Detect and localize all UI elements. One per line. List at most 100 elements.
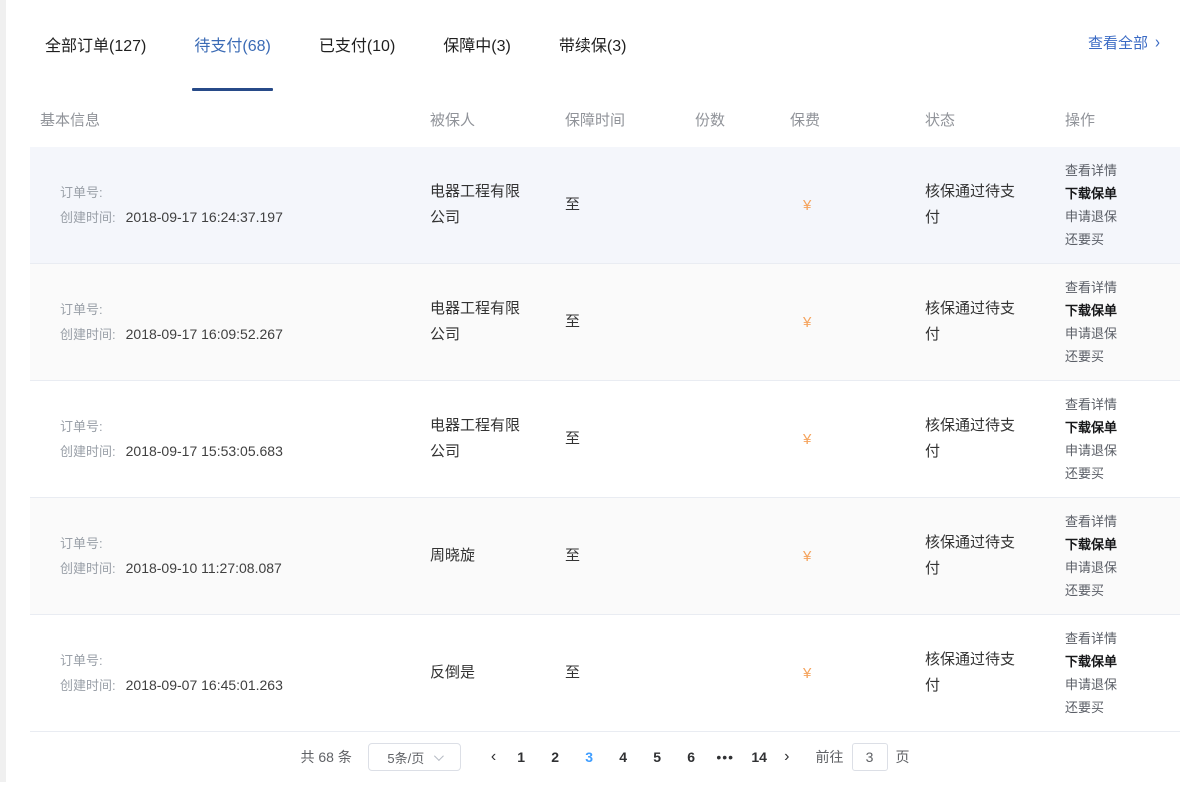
header-coverage-period: 保障时间	[565, 111, 626, 129]
table-header-row: 基本信息 被保人 保障时间 份数 保费 状态 操作	[30, 91, 1180, 147]
created-value: 2018-09-17 16:09:52.267	[125, 326, 283, 342]
goto-page-input[interactable]	[851, 743, 888, 771]
table-row: 订单号: 创建时间: 2018-09-17 16:09:52.267 电器工程有限…	[30, 264, 1180, 381]
premium-cell: ¥	[803, 196, 812, 214]
basic-info-cell: 订单号: 创建时间: 2018-09-17 16:24:37.197	[30, 180, 430, 230]
insured-cell: 电器工程有限公司	[430, 300, 521, 343]
tab-paid[interactable]: 已支付(10)	[319, 32, 395, 91]
prev-page-button[interactable]: ‹	[483, 748, 504, 766]
table-row: 订单号: 创建时间: 2018-09-07 16:45:01.263 反倒是 至 …	[30, 615, 1180, 732]
view-all-label: 查看全部	[1087, 35, 1148, 52]
pagination-bar: 共 68 条 5条/页 ‹ 1 2 3 4 5 6 ••• 14 › 前往 页	[30, 732, 1180, 782]
download-policy-link[interactable]: 下载保单	[1065, 416, 1180, 439]
insured-cell: 周晓旋	[430, 547, 476, 564]
actions-cell: 查看详情 下载保单 申请退保 还要买	[1065, 627, 1180, 719]
more-pages-icon[interactable]: •••	[708, 749, 742, 765]
buy-again-link[interactable]: 还要买	[1065, 462, 1180, 485]
page-number[interactable]: 4	[606, 749, 640, 765]
status-cell: 核保通过待支付	[925, 534, 1016, 577]
coverage-period-cell: 至	[565, 313, 581, 330]
page-size-value: 5条/页	[387, 750, 425, 766]
order-no-label: 订单号:	[60, 419, 103, 434]
tab-pending-payment[interactable]: 待支付(68)	[192, 32, 274, 91]
orders-table: 基本信息 被保人 保障时间 份数 保费 状态 操作 订单号: 创建时间: 2018…	[30, 91, 1180, 732]
coverage-period-cell: 至	[565, 664, 581, 681]
actions-cell: 查看详情 下载保单 申请退保 还要买	[1065, 510, 1180, 602]
apply-refund-link[interactable]: 申请退保	[1065, 322, 1180, 345]
view-detail-link[interactable]: 查看详情	[1065, 276, 1180, 299]
next-page-button[interactable]: ›	[776, 748, 797, 766]
apply-refund-link[interactable]: 申请退保	[1065, 673, 1180, 696]
buy-again-link[interactable]: 还要买	[1065, 579, 1180, 602]
actions-cell: 查看详情 下载保单 申请退保 还要买	[1065, 393, 1180, 485]
created-value: 2018-09-07 16:45:01.263	[125, 677, 283, 693]
order-no-label: 订单号:	[60, 185, 103, 200]
page-number[interactable]: 5	[640, 749, 674, 765]
total-count: 共 68 条	[300, 749, 352, 765]
buy-again-link[interactable]: 还要买	[1065, 345, 1180, 368]
coverage-period-cell: 至	[565, 196, 581, 213]
chevron-down-icon	[434, 750, 445, 761]
created-value: 2018-09-17 16:24:37.197	[125, 209, 283, 225]
premium-cell: ¥	[803, 547, 812, 565]
status-cell: 核保通过待支付	[925, 651, 1016, 694]
basic-info-cell: 订单号: 创建时间: 2018-09-17 15:53:05.683	[30, 414, 430, 464]
coverage-period-cell: 至	[565, 430, 581, 447]
download-policy-link[interactable]: 下载保单	[1065, 299, 1180, 322]
page-jumper: 前往 页	[816, 743, 910, 771]
page-number[interactable]: 6	[674, 749, 708, 765]
header-copies: 份数	[695, 111, 726, 129]
apply-refund-link[interactable]: 申请退保	[1065, 439, 1180, 462]
insured-cell: 电器工程有限公司	[430, 417, 521, 460]
order-tabs: 全部订单(127) 待支付(68) 已支付(10) 保障中(3) 带续保(3) …	[0, 0, 1188, 91]
header-insured: 被保人	[430, 111, 476, 129]
view-all-link[interactable]: 查看全部 ›	[1088, 32, 1160, 53]
page-list: 1 2 3 4 5 6 ••• 14	[504, 749, 776, 765]
tab-all-orders[interactable]: 全部订单(127)	[45, 32, 146, 91]
page-number[interactable]: 14	[742, 749, 776, 765]
insured-cell: 反倒是	[430, 664, 476, 681]
created-label: 创建时间:	[60, 210, 116, 225]
left-edge-strip	[0, 0, 6, 782]
status-cell: 核保通过待支付	[925, 183, 1016, 226]
header-status: 状态	[925, 111, 956, 129]
download-policy-link[interactable]: 下载保单	[1065, 533, 1180, 556]
created-label: 创建时间:	[60, 561, 116, 576]
table-row: 订单号: 创建时间: 2018-09-10 11:27:08.087 周晓旋 至 …	[30, 498, 1180, 615]
download-policy-link[interactable]: 下载保单	[1065, 182, 1180, 205]
view-detail-link[interactable]: 查看详情	[1065, 510, 1180, 533]
page-number-active[interactable]: 3	[572, 749, 606, 765]
table-row: 订单号: 创建时间: 2018-09-17 15:53:05.683 电器工程有限…	[30, 381, 1180, 498]
basic-info-cell: 订单号: 创建时间: 2018-09-07 16:45:01.263	[30, 648, 430, 698]
header-actions: 操作	[1065, 111, 1096, 129]
actions-cell: 查看详情 下载保单 申请退保 还要买	[1065, 276, 1180, 368]
order-no-label: 订单号:	[60, 536, 103, 551]
header-basic-info: 基本信息	[40, 111, 101, 129]
goto-label: 前往	[815, 749, 844, 765]
buy-again-link[interactable]: 还要买	[1065, 228, 1180, 251]
status-cell: 核保通过待支付	[925, 300, 1016, 343]
view-detail-link[interactable]: 查看详情	[1065, 627, 1180, 650]
apply-refund-link[interactable]: 申请退保	[1065, 205, 1180, 228]
orders-page: 全部订单(127) 待支付(68) 已支付(10) 保障中(3) 带续保(3) …	[0, 0, 1188, 792]
insured-cell: 电器工程有限公司	[430, 183, 521, 226]
page-size-select[interactable]: 5条/页	[367, 743, 461, 771]
page-number[interactable]: 2	[538, 749, 572, 765]
premium-cell: ¥	[803, 313, 812, 331]
tab-in-coverage[interactable]: 保障中(3)	[443, 32, 511, 91]
basic-info-cell: 订单号: 创建时间: 2018-09-17 16:09:52.267	[30, 297, 430, 347]
buy-again-link[interactable]: 还要买	[1065, 696, 1180, 719]
created-label: 创建时间:	[60, 327, 116, 342]
tab-renewal[interactable]: 带续保(3)	[559, 32, 627, 91]
premium-cell: ¥	[803, 430, 812, 448]
download-policy-link[interactable]: 下载保单	[1065, 650, 1180, 673]
status-cell: 核保通过待支付	[925, 417, 1016, 460]
order-no-label: 订单号:	[60, 653, 103, 668]
premium-cell: ¥	[803, 664, 812, 682]
page-number[interactable]: 1	[504, 749, 538, 765]
apply-refund-link[interactable]: 申请退保	[1065, 556, 1180, 579]
created-value: 2018-09-17 15:53:05.683	[125, 443, 283, 459]
view-detail-link[interactable]: 查看详情	[1065, 159, 1180, 182]
table-row: 订单号: 创建时间: 2018-09-17 16:24:37.197 电器工程有限…	[30, 147, 1180, 264]
view-detail-link[interactable]: 查看详情	[1065, 393, 1180, 416]
